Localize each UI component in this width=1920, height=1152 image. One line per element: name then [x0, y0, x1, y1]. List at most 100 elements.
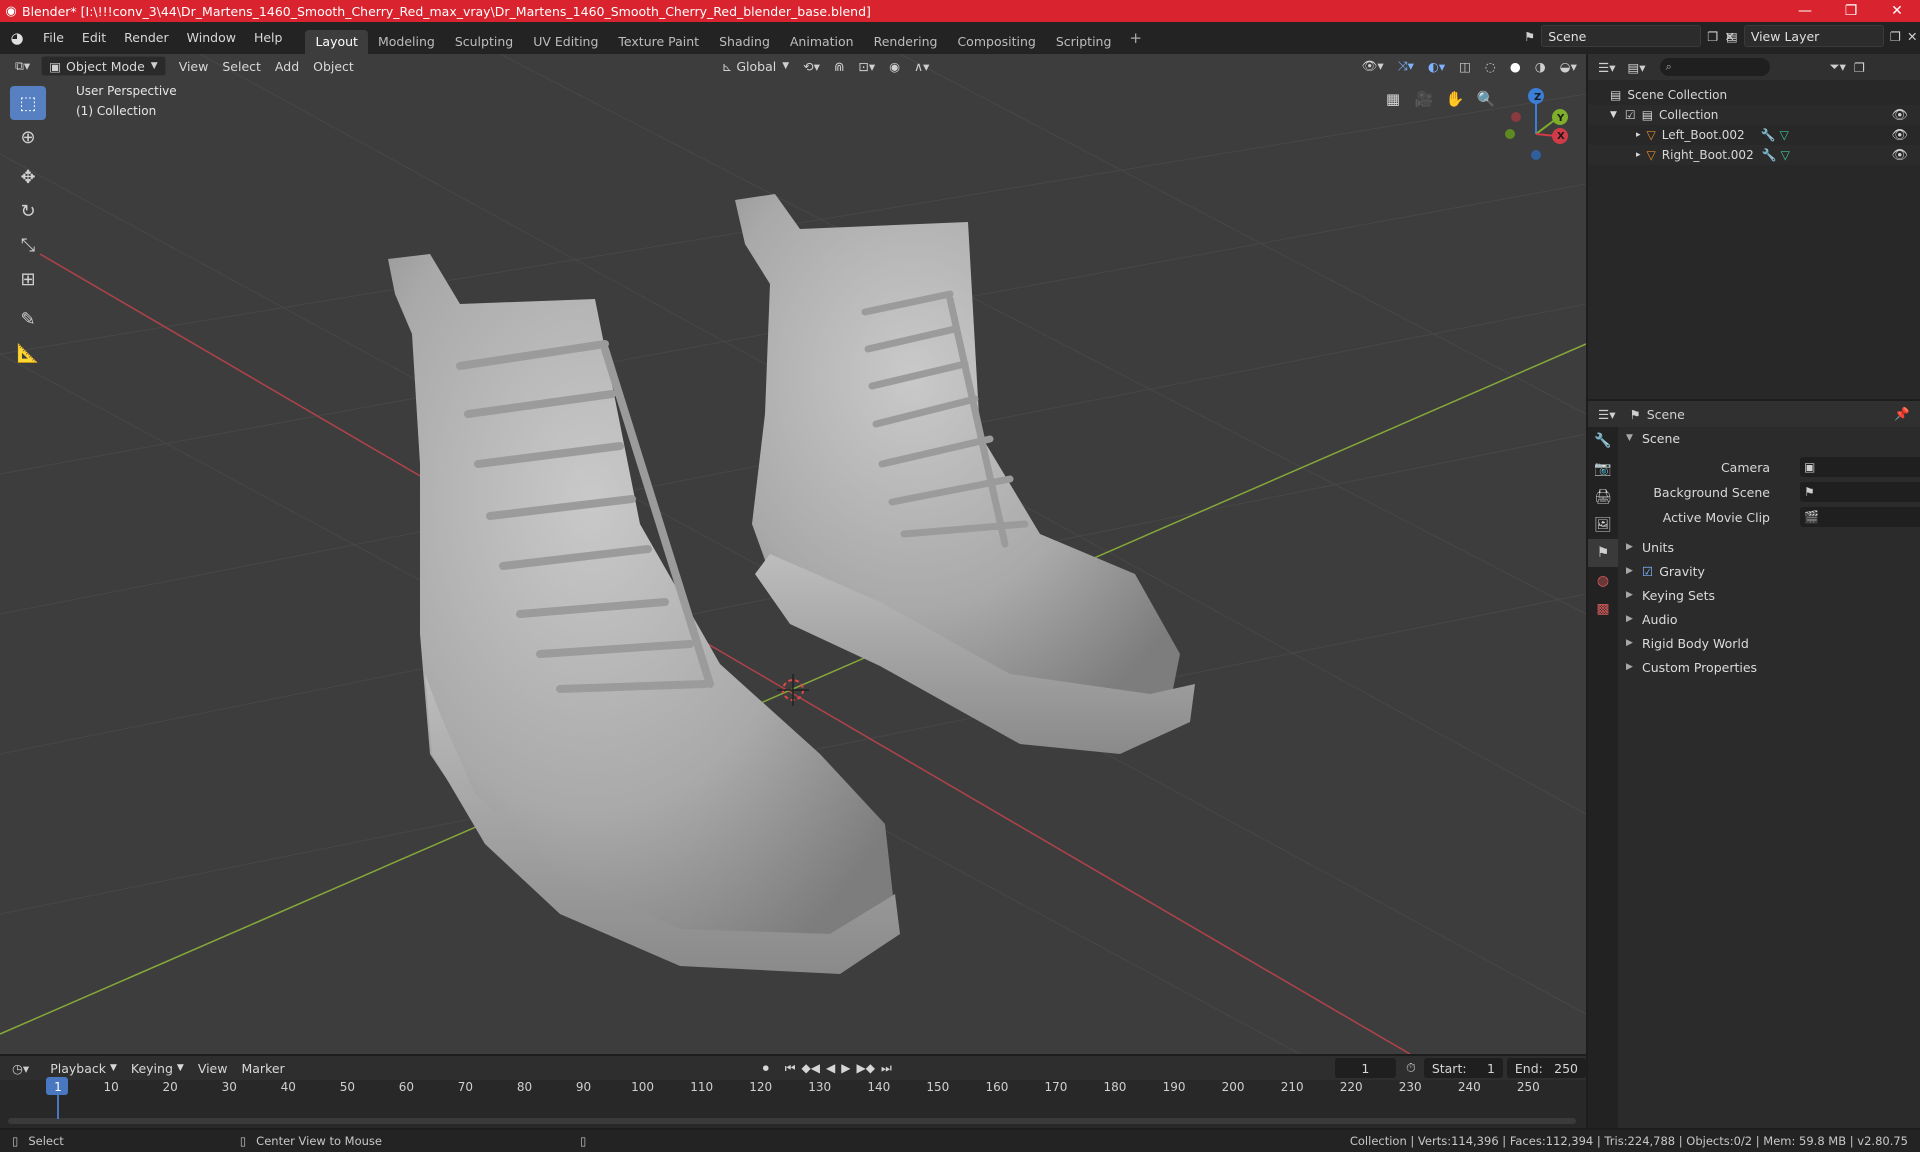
viewport-menu-select[interactable]: Select	[215, 56, 268, 76]
toggle-perspective-button[interactable]: ▦	[1380, 86, 1406, 112]
tab-rendering[interactable]: Rendering	[864, 30, 948, 54]
tab-world[interactable]: ◍	[1588, 567, 1618, 595]
display-mode-icon[interactable]: ▤▾	[1627, 60, 1645, 75]
view-layer-field[interactable]: View Layer	[1743, 25, 1884, 47]
jump-start-button[interactable]: ⏮	[782, 1061, 799, 1076]
jump-end-button[interactable]: ⏭	[878, 1061, 895, 1076]
active-movie-clip-field[interactable]: 🎬	[1800, 507, 1920, 527]
transform-tool[interactable]: ⊞	[10, 262, 46, 296]
next-keyframe-button[interactable]: ▶◆	[853, 1061, 877, 1075]
blender-menu-icon[interactable]: ◕	[0, 29, 34, 47]
expand-collection-icon[interactable]: ▼	[1610, 110, 1617, 120]
outliner-row-collection[interactable]: ▼ ☑ ▤ Collection 👁	[1588, 105, 1920, 125]
tab-uv-editing[interactable]: UV Editing	[523, 30, 608, 54]
gizmo-toggle[interactable]: ⤨▾	[1391, 56, 1421, 76]
record-button[interactable]: ⏺	[760, 1061, 772, 1076]
tab-modeling[interactable]: Modeling	[368, 30, 445, 54]
gizmo-x-label[interactable]: X	[1557, 131, 1565, 142]
timeline-menu-playback[interactable]: Playback ▼	[43, 1058, 124, 1078]
scene-panel-header[interactable]: ▼ Scene	[1618, 426, 1920, 450]
keying-sets-panel-header[interactable]: ▶ Keying Sets	[1618, 583, 1920, 607]
shading-wireframe[interactable]: ◌	[1478, 56, 1503, 76]
menu-help[interactable]: Help	[245, 22, 292, 54]
measure-tool[interactable]: 📐	[10, 336, 46, 370]
scene-field[interactable]: Scene	[1541, 25, 1702, 47]
tab-render[interactable]: 📷	[1588, 455, 1618, 483]
prev-keyframe-button[interactable]: ◆◀	[799, 1061, 823, 1075]
gravity-panel-header[interactable]: ▶ ☑ Gravity	[1618, 559, 1920, 583]
viewport-menu-view[interactable]: View	[172, 56, 216, 76]
play-reverse-button[interactable]: ◀	[823, 1061, 838, 1075]
eye-icon[interactable]: 👁	[1891, 128, 1908, 143]
tab-tool[interactable]: 🔧	[1588, 427, 1618, 455]
3d-viewport[interactable]	[0, 54, 1586, 1054]
start-frame-field[interactable]: Start: 1	[1423, 1058, 1503, 1078]
pivot-point-button[interactable]: ⟲▾	[796, 56, 827, 76]
select-box-tool[interactable]: ⬚	[10, 86, 46, 120]
zoom-view-button[interactable]: 🔍	[1473, 86, 1499, 112]
viewport-menu-object[interactable]: Object	[306, 56, 361, 76]
eye-icon[interactable]: 👁	[1891, 108, 1908, 123]
snap-toggle[interactable]: ⋒	[827, 56, 851, 76]
pan-view-button[interactable]: ✋	[1442, 86, 1468, 112]
outliner-search-field[interactable]: ⌕	[1659, 58, 1770, 76]
camera-field[interactable]: ▣ ✒	[1800, 457, 1920, 477]
new-scene-icon[interactable]: ❐	[1707, 29, 1718, 44]
gizmo-z-label[interactable]: Z	[1534, 92, 1541, 103]
play-button[interactable]: ▶	[838, 1061, 853, 1075]
tab-texture-paint[interactable]: Texture Paint	[608, 30, 709, 54]
eye-icon[interactable]: 👁	[1891, 148, 1908, 163]
add-workspace-button[interactable]: +	[1121, 29, 1150, 47]
editor-type-button[interactable]: ⧉▾	[8, 56, 37, 76]
timeline-menu-view[interactable]: View	[191, 1058, 235, 1078]
xray-toggle[interactable]: ◫	[1452, 56, 1478, 76]
shading-rendered[interactable]: ◒▾	[1553, 56, 1584, 76]
filter-icon[interactable]: ⏷▾	[1830, 59, 1846, 75]
timeline-menu-marker[interactable]: Marker	[234, 1058, 291, 1078]
menu-window[interactable]: Window	[178, 22, 245, 54]
minimize-button[interactable]: —	[1782, 3, 1828, 19]
cursor-tool[interactable]: ⊕	[10, 120, 46, 154]
timeline-scrollbar[interactable]	[8, 1118, 1576, 1124]
background-scene-field[interactable]: ⚑	[1800, 482, 1920, 502]
gravity-checkbox[interactable]: ☑	[1642, 564, 1653, 579]
close-button[interactable]: ✕	[1874, 3, 1920, 19]
timeline-menu-keying[interactable]: Keying ▼	[124, 1058, 191, 1078]
snap-target-button[interactable]: ⊡▾	[851, 56, 882, 76]
tab-layout[interactable]: Layout	[305, 30, 368, 54]
outliner-editor-icon[interactable]: ☰▾	[1598, 60, 1615, 75]
properties-editor-icon[interactable]: ☰▾	[1598, 407, 1615, 422]
tab-animation[interactable]: Animation	[780, 30, 864, 54]
shading-solid[interactable]: ●	[1503, 56, 1528, 76]
move-tool[interactable]: ✥	[10, 160, 46, 194]
pin-icon[interactable]: 📌	[1894, 406, 1910, 422]
menu-file[interactable]: File	[34, 22, 73, 54]
delete-view-layer-icon[interactable]: ✕	[1907, 29, 1917, 44]
falloff-button[interactable]: ∧▾	[907, 56, 936, 76]
visibility-button[interactable]: 👁▾	[1354, 56, 1390, 76]
tab-sculpting[interactable]: Sculpting	[445, 30, 523, 54]
collection-checkbox[interactable]: ☑	[1625, 108, 1636, 122]
annotate-tool[interactable]: ✎	[10, 302, 46, 336]
maximize-button[interactable]: ❐	[1828, 3, 1874, 19]
tab-compositing[interactable]: Compositing	[947, 30, 1045, 54]
scale-tool[interactable]: ⤡	[10, 228, 46, 262]
expand-object-icon[interactable]: ▸	[1636, 150, 1641, 160]
outliner-row-scene-collection[interactable]: ▤ Scene Collection	[1588, 85, 1920, 105]
rotate-tool[interactable]: ↻	[10, 194, 46, 228]
mode-dropdown[interactable]: ▣ Object Mode ▼	[41, 56, 166, 76]
shading-material[interactable]: ◑	[1528, 56, 1553, 76]
outliner-row-left-boot[interactable]: ▸ ▽ Left_Boot.002 🔧 ▽ 👁	[1588, 125, 1920, 145]
tab-view-layer[interactable]: 🖼	[1588, 511, 1618, 539]
tab-shading[interactable]: Shading	[709, 30, 780, 54]
tab-output[interactable]: 🖨	[1588, 483, 1618, 511]
expand-object-icon[interactable]: ▸	[1636, 130, 1641, 140]
tab-scene[interactable]: ⚑	[1588, 539, 1618, 567]
end-frame-field[interactable]: End: 250	[1506, 1058, 1586, 1078]
rigid-body-world-panel-header[interactable]: ▶ Rigid Body World	[1618, 631, 1920, 655]
units-panel-header[interactable]: ▶ Units	[1618, 535, 1920, 559]
new-view-layer-icon[interactable]: ❐	[1890, 29, 1901, 44]
gizmo-y-label[interactable]: Y	[1557, 113, 1564, 124]
transform-orientation-dropdown[interactable]: ⊾ Global ▼	[715, 56, 796, 76]
proportional-edit-toggle[interactable]: ◉	[882, 56, 907, 76]
